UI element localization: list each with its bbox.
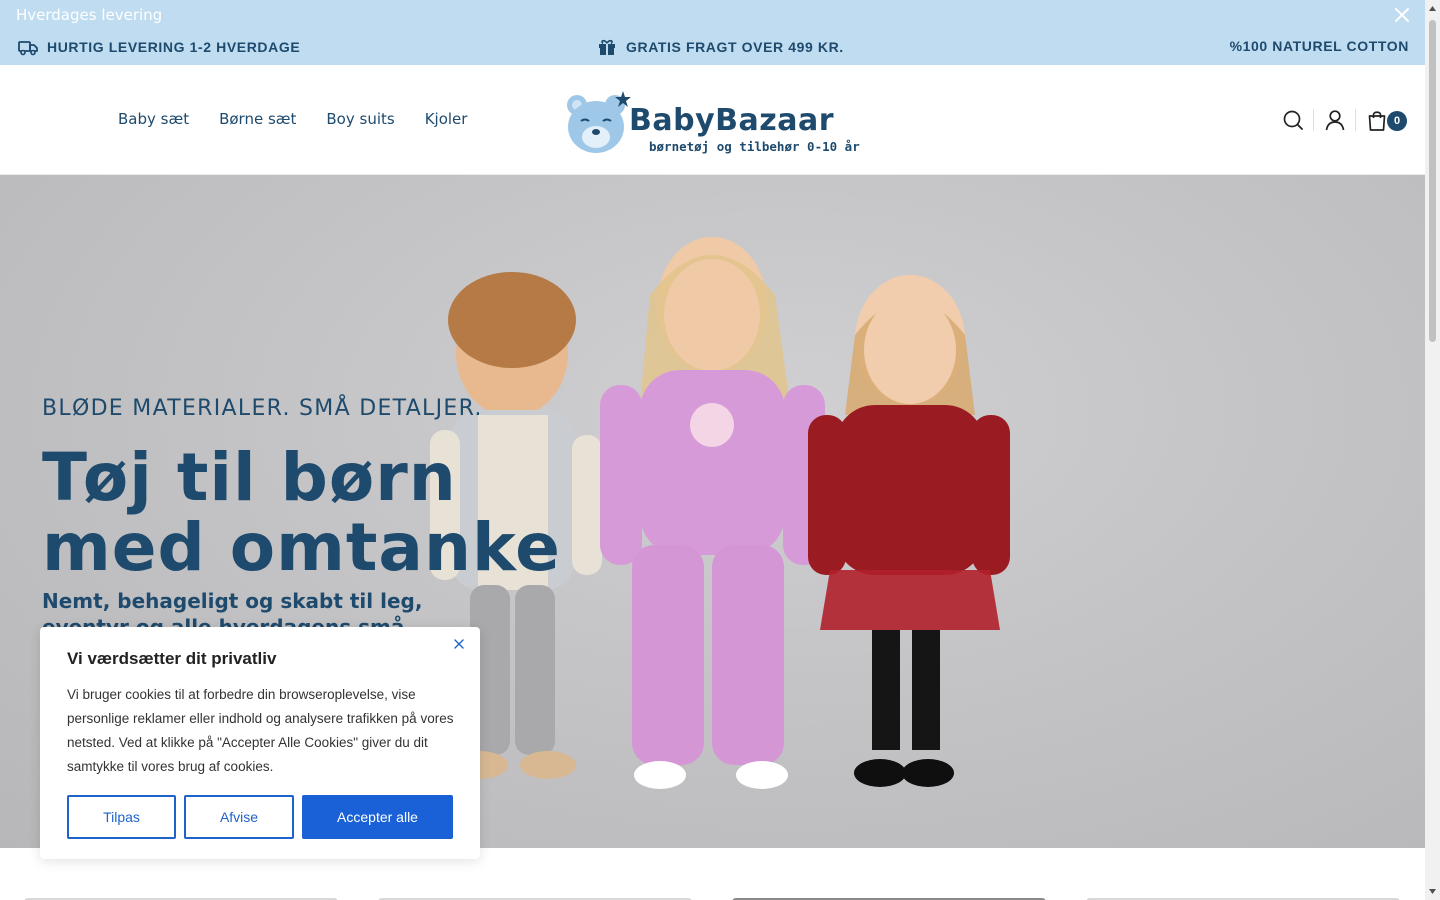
logo-wordmark: BabyBazaar — [629, 103, 834, 138]
child-girl-middle-figure — [600, 237, 825, 789]
hero-title-line: Tøj til børn — [42, 439, 457, 516]
child-girl-right-figure — [808, 275, 1010, 787]
cart-count-badge: 0 — [1387, 111, 1407, 131]
usp-free-shipping: GRATIS FRAGT OVER 499 KR. — [597, 38, 844, 56]
nav-item-baby-saet[interactable]: Baby sæt — [118, 110, 189, 128]
usp-fast-delivery: HURTIG LEVERING 1-2 HVERDAGE — [18, 38, 300, 56]
logo-tagline: børnetøj og tilbehør 0-10 år — [649, 139, 860, 154]
page-scrollbar[interactable] — [1425, 0, 1440, 900]
truck-icon — [18, 41, 38, 56]
customize-button[interactable]: Tilpas — [67, 795, 176, 839]
hero-title-line: med omtanke — [42, 509, 561, 586]
scroll-up-arrow-icon[interactable] — [1428, 4, 1437, 13]
site-header: Baby sæt Børne sæt Boy suits Kjoler Baby… — [0, 65, 1425, 175]
header-actions: 0 — [1272, 105, 1409, 135]
bag-icon — [1368, 111, 1385, 131]
close-icon[interactable] — [452, 637, 466, 651]
announcement-bar: Hverdages levering HURTIG LEVERING 1-2 H… — [0, 0, 1425, 65]
search-icon — [1283, 110, 1303, 130]
announcement-text: Hverdages levering — [16, 6, 163, 24]
user-icon — [1325, 110, 1344, 131]
nav-item-boy-suits[interactable]: Boy suits — [326, 110, 394, 128]
cookie-consent-dialog: Vi værdsætter dit privatliv Vi bruger co… — [40, 627, 480, 859]
close-icon[interactable] — [1391, 4, 1413, 26]
accept-all-button[interactable]: Accepter alle — [302, 795, 453, 839]
cookie-title: Vi værdsætter dit privatliv — [67, 649, 277, 668]
usp-label: GRATIS FRAGT OVER 499 KR. — [626, 39, 844, 55]
main-nav: Baby sæt Børne sæt Boy suits Kjoler — [118, 110, 467, 128]
hero-title: Tøj til børn med omtanke — [42, 443, 561, 583]
scroll-down-arrow-icon[interactable] — [1428, 887, 1437, 896]
reject-button[interactable]: Afvise — [184, 795, 294, 839]
search-button[interactable] — [1272, 105, 1313, 135]
bear-logo-icon — [567, 91, 631, 153]
site-logo[interactable]: BabyBazaar børnetøj og tilbehør 0-10 år — [565, 89, 865, 159]
usp-cotton: %100 NATUREL COTTON — [1230, 38, 1409, 54]
scroll-thumb[interactable] — [1429, 20, 1436, 342]
usp-label: %100 NATUREL COTTON — [1229, 38, 1409, 54]
cart-icon-wrap[interactable]: 0 — [1356, 105, 1407, 135]
account-button[interactable] — [1314, 105, 1355, 135]
gift-icon — [599, 39, 615, 55]
usp-label: HURTIG LEVERING 1-2 HVERDAGE — [47, 39, 301, 55]
nav-item-kjoler[interactable]: Kjoler — [425, 110, 468, 128]
hero-eyebrow: BLØDE MATERIALER. SMÅ DETALJER. — [42, 396, 483, 421]
cookie-description: Vi bruger cookies til at forbedre din br… — [67, 687, 454, 774]
cart-button[interactable]: 0 — [1356, 105, 1409, 135]
nav-item-borne-saet[interactable]: Børne sæt — [219, 110, 296, 128]
